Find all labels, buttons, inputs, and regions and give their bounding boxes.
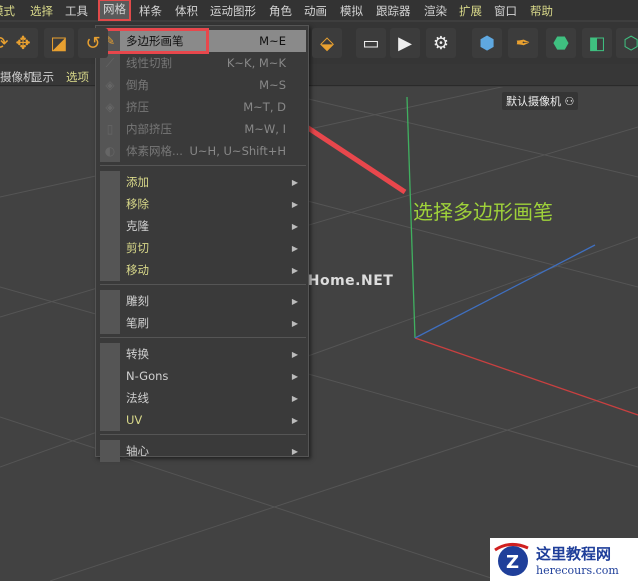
menu-item-icon-slot	[100, 237, 120, 259]
extrude-icon: ◈	[100, 96, 120, 118]
menu-item-label: 笔刷	[126, 316, 149, 330]
voxel-icon: ◐	[100, 140, 120, 162]
submenu-item[interactable]: 移动 ▶	[100, 259, 306, 281]
pen-icon[interactable]: ✒	[508, 28, 538, 58]
submenu-item[interactable]: UV ▶	[100, 409, 306, 431]
menu-item-icon-slot	[100, 259, 120, 281]
menu-item-1[interactable]: ⟋ 线性切割 K~K, M~K	[100, 52, 306, 74]
submenu-item[interactable]: N-Gons ▶	[100, 365, 306, 387]
menu-item-label: 添加	[126, 175, 149, 189]
submenu-arrow-icon: ▶	[291, 243, 298, 253]
undo-icon[interactable]: ↺	[78, 28, 108, 58]
menu-item-icon-slot	[100, 215, 120, 237]
submenu-arrow-icon: ▶	[291, 318, 298, 328]
menu-item-5[interactable]: ◐ 体素网格... U~H, U~Shift+H	[100, 140, 306, 162]
menu-item-label: 内部挤压	[126, 122, 172, 136]
menu-item-label: 轴心	[126, 444, 149, 458]
submenu-item[interactable]: 添加 ▶	[100, 171, 306, 193]
menu-item-icon-slot	[100, 171, 120, 193]
menu-item-icon-slot	[100, 365, 120, 387]
site-logo: Z 这里教程网 herecours.com	[490, 538, 638, 581]
submenu-arrow-icon: ▶	[291, 199, 298, 209]
menu-item-2[interactable]: ◈ 倒角 M~S	[100, 74, 306, 96]
menu-item-3[interactable]: ◈ 挤压 M~T, D	[100, 96, 306, 118]
menu-item-shortcut: M~W, I	[244, 122, 286, 136]
scale-icon[interactable]: ◪	[44, 28, 74, 58]
submenu-arrow-icon: ▶	[291, 221, 298, 231]
menu-item-label: 转换	[126, 347, 149, 361]
submenu-item[interactable]: 轴心 ▶	[100, 440, 306, 462]
submenu-item[interactable]: 雕刻 ▶	[100, 290, 306, 312]
logo-url: herecours.com	[536, 563, 619, 577]
menu-item-shortcut: K~K, M~K	[226, 56, 286, 70]
extrude-object-icon[interactable]: ◧	[582, 28, 612, 58]
menu-item-label: 法线	[126, 391, 149, 405]
coordinate-icon[interactable]: ⬙	[312, 28, 342, 58]
submenu-arrow-icon: ▶	[291, 446, 298, 456]
render-view-icon[interactable]: ▭	[356, 28, 386, 58]
menu-item-shortcut: M~T, D	[243, 100, 286, 114]
menu-separator	[100, 337, 306, 338]
submenu-item[interactable]: 转换 ▶	[100, 343, 306, 365]
submenu-arrow-icon: ▶	[291, 371, 298, 381]
submenu-arrow-icon: ▶	[291, 393, 298, 403]
menu-item-label: 移除	[126, 197, 149, 211]
menu-item-shortcut: M~E	[259, 34, 286, 48]
submenu-arrow-icon: ▶	[291, 177, 298, 187]
submenu-arrow-icon: ▶	[291, 349, 298, 359]
menu-item-label: 克隆	[126, 219, 149, 233]
logo-title: 这里教程网	[536, 544, 612, 563]
menu-item-shortcut: U~H, U~Shift+H	[189, 144, 287, 158]
menu-item-label: N-Gons	[126, 369, 169, 383]
highlight-box-menu-item	[97, 28, 209, 54]
bevel-icon: ◈	[100, 74, 120, 96]
render-icon[interactable]: ▶	[390, 28, 420, 58]
menu-item-4[interactable]: ▯ 内部挤压 M~W, I	[100, 118, 306, 140]
menu-item-label: 移动	[126, 263, 149, 277]
menu-item-label: 雕刻	[126, 294, 149, 308]
submenu-arrow-icon: ▶	[291, 296, 298, 306]
render-settings-icon[interactable]: ⚙	[426, 28, 456, 58]
menu-item-label: UV	[126, 413, 143, 427]
submenu-item[interactable]: 笔刷 ▶	[100, 312, 306, 334]
menu-item-icon-slot	[100, 409, 120, 431]
submenu-item[interactable]: 剪切 ▶	[100, 237, 306, 259]
inner-extrude-icon: ▯	[100, 118, 120, 140]
menu-item-label: 线性切割	[126, 56, 172, 70]
cube-icon[interactable]: ⬢	[472, 28, 502, 58]
menu-item-shortcut: M~S	[259, 78, 286, 92]
menu-item-icon-slot	[100, 193, 120, 215]
submenu-item[interactable]: 移除 ▶	[100, 193, 306, 215]
menu-item-label: 挤压	[126, 100, 149, 114]
menu-item-label: 倒角	[126, 78, 149, 92]
menu-item-icon-slot	[100, 440, 120, 462]
menu-separator	[100, 434, 306, 435]
move-icon[interactable]: ✥	[8, 28, 38, 58]
menu-item-icon-slot	[100, 312, 120, 334]
menu-separator	[100, 284, 306, 285]
svg-text:Z: Z	[506, 552, 519, 573]
menu-separator	[100, 165, 306, 166]
menu-item-label: 剪切	[126, 241, 149, 255]
menu-item-icon-slot	[100, 343, 120, 365]
mesh-menu-dropdown: ✎ 多边形画笔 M~E ⟋ 线性切割 K~K, M~K ◈ 倒角 M~S ◈ 挤压 M~T, D ▯ 内部…	[95, 25, 309, 462]
logo-z-icon: Z	[494, 542, 529, 576]
subdivision-icon[interactable]: ⬣	[546, 28, 576, 58]
menu-item-icon-slot	[100, 290, 120, 312]
submenu-arrow-icon: ▶	[291, 415, 298, 425]
polygon-points-icon[interactable]: ⬡	[616, 28, 638, 58]
submenu-arrow-icon: ▶	[291, 265, 298, 275]
menu-item-icon-slot	[100, 387, 120, 409]
submenu-item[interactable]: 克隆 ▶	[100, 215, 306, 237]
menu-item-label: 体素网格...	[126, 144, 183, 158]
submenu-item[interactable]: 法线 ▶	[100, 387, 306, 409]
